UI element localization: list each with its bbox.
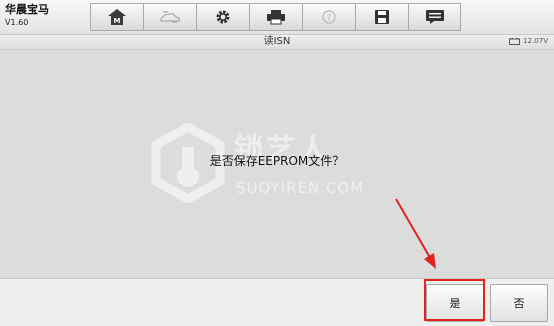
no-button[interactable]: 否 bbox=[490, 284, 548, 322]
main-content: 锁艺人 SUOYIREN.COM 是否保存EEPROM文件？ bbox=[0, 50, 554, 278]
home-button[interactable]: M bbox=[90, 3, 143, 31]
sub-header: 读ISN 12.07V bbox=[0, 35, 554, 50]
highlight-box bbox=[424, 279, 485, 321]
printer-icon bbox=[267, 10, 285, 25]
vehicle-swap-button[interactable] bbox=[143, 3, 196, 31]
battery-voltage: 12.07V bbox=[523, 37, 548, 45]
svg-text:?: ? bbox=[327, 14, 332, 24]
toolbar: M ? bbox=[90, 3, 473, 31]
print-button[interactable] bbox=[249, 3, 302, 31]
message-button[interactable] bbox=[408, 3, 461, 31]
save-button[interactable] bbox=[355, 3, 408, 31]
message-icon bbox=[425, 10, 444, 24]
annotation-arrow-icon bbox=[395, 198, 436, 269]
dialog-message: 是否保存EEPROM文件？ bbox=[209, 154, 345, 168]
app-version: V1.60 bbox=[5, 18, 29, 27]
battery-icon bbox=[509, 37, 521, 45]
vehicle-swap-icon bbox=[160, 11, 180, 23]
home-icon: M bbox=[108, 9, 126, 25]
svg-text:M: M bbox=[114, 17, 121, 25]
app-title: 华晨宝马 bbox=[5, 3, 49, 16]
gear-icon bbox=[216, 10, 230, 24]
page-title: 读ISN bbox=[263, 36, 291, 47]
save-icon bbox=[375, 10, 389, 24]
settings-button[interactable] bbox=[196, 3, 249, 31]
help-button[interactable]: ? bbox=[302, 3, 355, 31]
help-icon: ? bbox=[322, 10, 336, 24]
battery-status: 12.07V bbox=[509, 37, 548, 45]
top-bar: 华晨宝马 V1.60 M ? bbox=[0, 0, 554, 35]
watermark-url: SUOYIREN.COM bbox=[236, 179, 365, 197]
